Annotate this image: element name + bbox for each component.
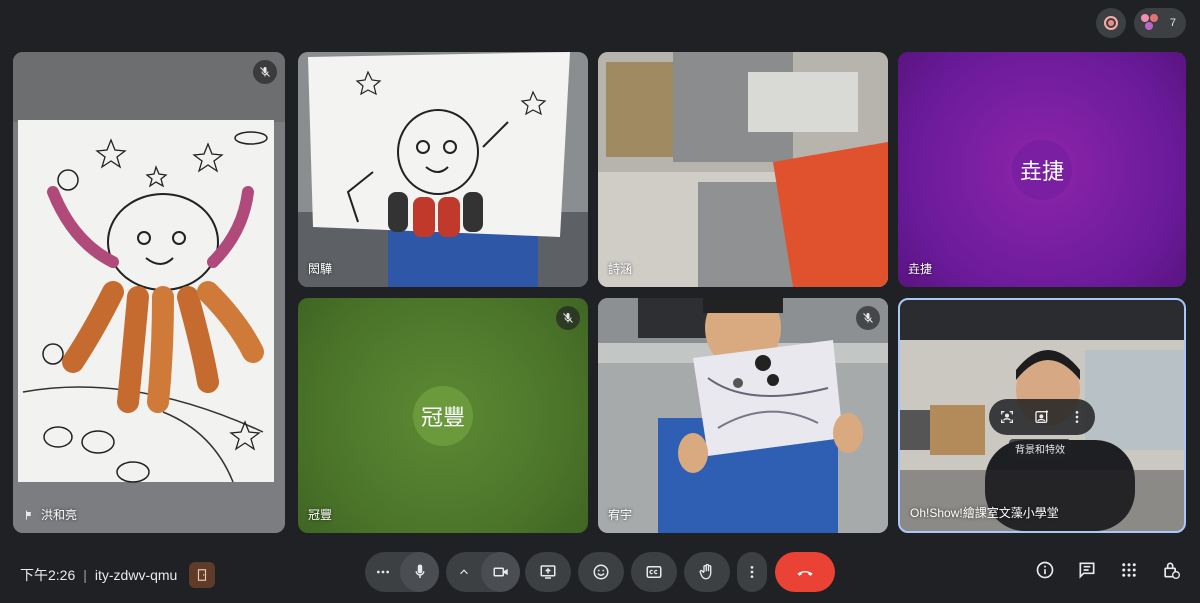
door-icon[interactable] xyxy=(189,562,216,588)
participant-name: 洪和亮 xyxy=(23,506,77,523)
record-icon xyxy=(1103,16,1118,30)
participant-avatar: 垚捷 xyxy=(1012,139,1072,200)
emoji-button[interactable] xyxy=(578,552,624,592)
participant-tile[interactable]: 垚捷 垚捷 xyxy=(898,52,1186,287)
video-feed-child xyxy=(598,298,888,533)
more-vert-button[interactable] xyxy=(737,552,767,592)
participant-name: 宥宇 xyxy=(608,508,633,522)
mic-off-icon xyxy=(556,306,580,330)
info-icon[interactable] xyxy=(1034,559,1056,581)
self-view-controls xyxy=(989,399,1095,435)
host-controls-icon[interactable] xyxy=(1160,559,1182,581)
participant-avatar: 冠豐 xyxy=(413,385,473,446)
meeting-info: 下午2:26 | ity-zdwv-qmu xyxy=(20,562,216,588)
frame-person-icon[interactable] xyxy=(995,405,1019,429)
participant-name: 閎驊 xyxy=(308,262,333,276)
raise-hand-icon xyxy=(699,563,712,580)
apps-icon[interactable] xyxy=(1118,559,1140,581)
participants-avatars-icon xyxy=(1139,13,1162,33)
participants-button[interactable]: 7 xyxy=(1133,8,1186,38)
captions-icon xyxy=(646,566,662,578)
more-vert-icon[interactable] xyxy=(1065,405,1089,429)
participant-name: 詩涵 xyxy=(608,262,633,276)
participant-name: 冠豐 xyxy=(308,508,333,522)
emoji-icon xyxy=(593,564,609,580)
top-right-bar: 7 xyxy=(1095,8,1186,38)
participant-tile[interactable]: 宥宇 xyxy=(598,298,888,533)
present-button[interactable] xyxy=(525,552,571,592)
participant-tile[interactable]: 閎驊 xyxy=(298,52,588,287)
present-icon xyxy=(540,565,556,579)
meeting-code: ity-zdwv-qmu xyxy=(94,567,178,583)
end-call-button[interactable] xyxy=(775,552,835,592)
camera-control-group xyxy=(446,552,520,592)
participant-name: 垚捷 xyxy=(908,262,933,276)
visual-effects-icon[interactable] xyxy=(1030,405,1054,429)
participant-name: Oh!Show!繪課室文藻小學堂 xyxy=(910,506,1059,520)
end-call-icon xyxy=(797,571,813,576)
more-vert-icon xyxy=(750,566,754,578)
camera-icon[interactable] xyxy=(481,552,520,592)
more-options-icon[interactable] xyxy=(365,552,400,592)
video-feed-drawing xyxy=(298,52,588,287)
mic-off-icon xyxy=(253,60,277,84)
effects-tooltip: 背景和特效 xyxy=(1009,439,1071,458)
recording-indicator[interactable] xyxy=(1095,8,1126,38)
mic-icon[interactable] xyxy=(400,552,439,592)
participant-tile[interactable]: 詩涵 xyxy=(598,52,888,287)
chevron-up-icon[interactable] xyxy=(446,552,481,592)
mic-off-icon xyxy=(856,306,880,330)
chat-icon[interactable] xyxy=(1076,559,1098,581)
mic-control-group xyxy=(365,552,439,592)
participant-count: 7 xyxy=(1169,17,1176,29)
meeting-time: 下午2:26 xyxy=(20,567,76,583)
video-feed-room xyxy=(598,52,888,287)
pin-icon xyxy=(26,510,31,519)
participant-tile[interactable]: 洪和亮 xyxy=(13,52,285,533)
raise-hand-button[interactable] xyxy=(684,552,730,592)
captions-button[interactable] xyxy=(631,552,677,592)
separator: | xyxy=(83,567,87,583)
bottom-bar: 下午2:26 | ity-zdwv-qmu xyxy=(0,543,1200,603)
video-feed-drawing xyxy=(13,52,285,533)
participant-tile[interactable]: 冠豐 冠豐 xyxy=(298,298,588,533)
right-controls xyxy=(1034,559,1182,581)
